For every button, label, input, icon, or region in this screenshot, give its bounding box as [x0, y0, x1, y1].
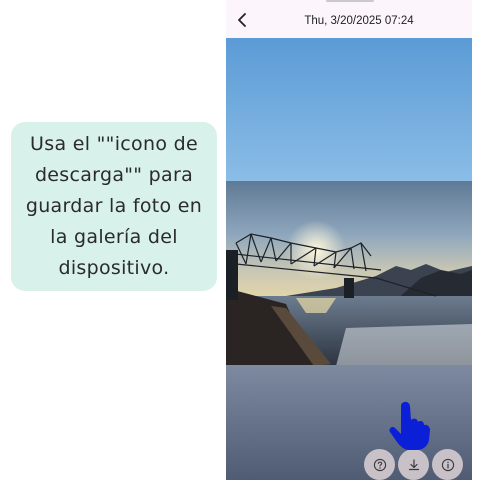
viewer-topbar: Thu, 3/20/2025 07:24 [226, 0, 472, 38]
download-icon [408, 458, 419, 470]
question-circle-icon [373, 458, 386, 471]
help-button[interactable] [364, 449, 395, 480]
instruction-callout: Usa el ""icono de descarga"" para guarda… [11, 122, 217, 291]
instruction-text: Usa el ""icono de descarga"" para guarda… [25, 133, 203, 279]
bridge-photo [226, 38, 472, 480]
screen: Usa el ""icono de descarga"" para guarda… [0, 0, 480, 480]
drag-handle[interactable] [326, 0, 374, 2]
photo-timestamp: Thu, 3/20/2025 07:24 [304, 15, 414, 27]
photo-viewer: Thu, 3/20/2025 07:24 [226, 0, 472, 480]
download-button[interactable] [398, 449, 429, 480]
info-button[interactable] [432, 449, 463, 480]
info-circle-icon [441, 458, 454, 471]
